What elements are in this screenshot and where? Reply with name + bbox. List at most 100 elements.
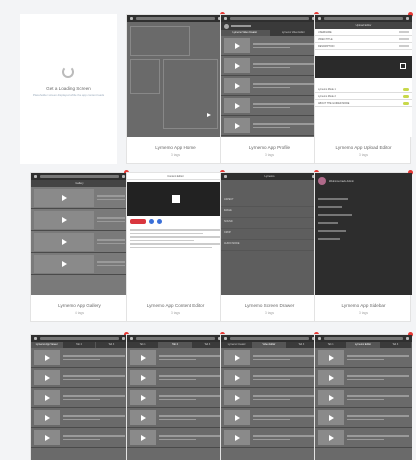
toggle-switch[interactable] <box>403 101 409 105</box>
list-item[interactable] <box>315 348 412 368</box>
screen-preview[interactable] <box>127 15 224 137</box>
tab[interactable]: Lyrnemo App Viewer <box>31 342 64 348</box>
list-item[interactable] <box>127 348 224 368</box>
drawer-item[interactable]: SOUND <box>221 218 318 229</box>
tab[interactable]: Tab 1 <box>127 342 160 348</box>
screen-preview[interactable]: Welcome back Admin <box>315 173 412 295</box>
screen-card-tabs-3[interactable]: Lyrnemo Creator Video Editor Tab 3 <box>220 332 319 460</box>
list-item[interactable] <box>221 348 318 368</box>
screen-preview[interactable]: Upload Editor USERNAME VIDEO TITLE DESCR… <box>315 15 412 137</box>
toggle-switch[interactable] <box>403 94 409 98</box>
list-item[interactable] <box>221 408 318 428</box>
screen-preview[interactable]: Gallery <box>31 173 128 295</box>
upload-field[interactable]: DESCRIPTION <box>315 43 412 50</box>
sidebar-item[interactable] <box>318 238 340 240</box>
list-item[interactable] <box>31 368 128 388</box>
upload-field[interactable]: USERNAME <box>315 29 412 36</box>
list-item[interactable] <box>31 253 128 275</box>
tab-bar[interactable]: Tab 1 Lyrnemo Editor Tab 3 <box>315 342 412 348</box>
tab[interactable]: Tab 1 <box>315 342 348 348</box>
list-item[interactable] <box>221 116 318 136</box>
list-item[interactable] <box>221 388 318 408</box>
screen-preview[interactable]: Lyrnemo ASPECT IMAGE SOUND CROP AUDIO MO… <box>221 173 318 295</box>
list-item[interactable] <box>31 408 128 428</box>
sidebar-item[interactable] <box>318 214 352 216</box>
drawer-item[interactable]: IMAGE <box>221 207 318 218</box>
toggle-row[interactable]: Lyrnemo Mode 2 <box>315 93 412 100</box>
drawer-item[interactable]: ASPECT <box>221 196 318 207</box>
sidebar-item[interactable] <box>318 230 346 232</box>
toggle-row[interactable]: Lyrnemo Mode 1 <box>315 86 412 93</box>
toggle-row[interactable]: ABOUT THE GUIDED MODE <box>315 100 412 107</box>
screen-preview[interactable]: Tab 1 Lyrnemo Editor Tab 3 <box>315 335 412 460</box>
tab-bar[interactable]: Tab 1 Tab 2 Tab 3 <box>127 342 224 348</box>
list-item[interactable] <box>315 428 412 448</box>
list-item[interactable] <box>315 368 412 388</box>
sidebar-item[interactable] <box>318 206 342 208</box>
upload-field[interactable]: VIDEO TITLE <box>315 36 412 43</box>
screen-card-drawer[interactable]: Lyrnemo ASPECT IMAGE SOUND CROP AUDIO MO… <box>220 170 319 322</box>
profile-tabs[interactable]: Lyrnemo Video Creator Lyrnemo Video Edit… <box>221 30 318 36</box>
video-player[interactable] <box>127 182 224 216</box>
list-item[interactable] <box>127 368 224 388</box>
list-item[interactable] <box>315 408 412 428</box>
screen-card-app-home[interactable]: Lyrnemo App Home 3 tags <box>126 12 225 164</box>
tool-button[interactable] <box>149 219 154 224</box>
screen-card-upload-editor[interactable]: Upload Editor USERNAME VIDEO TITLE DESCR… <box>314 12 413 164</box>
sidebar-item[interactable] <box>318 222 338 224</box>
screen-preview[interactable]: Tab 1 Tab 2 Tab 3 <box>127 335 224 460</box>
play-icon <box>328 434 334 441</box>
tab-video-editor[interactable]: Lyrnemo Video Editor <box>270 30 318 36</box>
list-item[interactable] <box>221 56 318 76</box>
screen-card-tabs-2[interactable]: Tab 1 Tab 2 Tab 3 <box>126 332 225 460</box>
screen-card-app-profile[interactable]: Lyrnemo Video Creator Lyrnemo Video Edit… <box>220 12 319 164</box>
screen-card-tabs-1[interactable]: Lyrnemo App Viewer Tab 2 Tab 3 <box>30 332 129 460</box>
list-item[interactable] <box>315 388 412 408</box>
app-top-bar <box>31 335 128 342</box>
drawer-item[interactable]: AUDIO MODE <box>221 240 318 251</box>
sidebar-user: Welcome back Admin <box>329 179 354 183</box>
tab[interactable]: Tab 2 <box>63 342 96 348</box>
screen-card-tabs-4[interactable]: Tab 1 Lyrnemo Editor Tab 3 <box>314 332 413 460</box>
screen-preview[interactable]: Content Editor <box>127 173 224 295</box>
screen-preview[interactable]: Lyrnemo Creator Video Editor Tab 3 <box>221 335 318 460</box>
screen-card-gallery[interactable]: Gallery Lyrnemo App Gallery 4 tags <box>30 170 129 322</box>
tab[interactable]: Lyrnemo Creator <box>221 342 254 348</box>
list-item[interactable] <box>221 96 318 116</box>
record-button[interactable] <box>130 219 146 224</box>
list-item[interactable] <box>31 428 128 448</box>
screen-card-sidebar[interactable]: Welcome back Admin Lyrnemo App Sidebar 3… <box>314 170 413 322</box>
list-item[interactable] <box>31 388 128 408</box>
tab[interactable]: Video Editor <box>253 342 286 348</box>
card-caption: Lyrnemo App Content Editor <box>146 303 205 308</box>
tab-bar[interactable]: Lyrnemo App Viewer Tab 2 Tab 3 <box>31 342 128 348</box>
screen-preview[interactable]: Lyrnemo App Viewer Tab 2 Tab 3 <box>31 335 128 460</box>
tab[interactable]: Tab 2 <box>159 342 192 348</box>
sidebar-item[interactable] <box>318 198 348 200</box>
tab-video-creator[interactable]: Lyrnemo Video Creator <box>221 30 270 36</box>
upload-dropzone[interactable] <box>315 56 412 78</box>
list-item[interactable] <box>31 348 128 368</box>
play-icon <box>328 394 334 401</box>
list-item[interactable] <box>127 408 224 428</box>
list-item[interactable] <box>221 428 318 448</box>
tab[interactable]: Tab 3 <box>380 342 412 348</box>
drawer-item[interactable]: CROP <box>221 229 318 240</box>
tool-button[interactable] <box>157 219 162 224</box>
tab[interactable]: Tab 3 <box>96 342 128 348</box>
loading-screen-card[interactable]: Get a Loading Screen Placeholder screen … <box>20 14 117 164</box>
list-item[interactable] <box>31 209 128 231</box>
list-item[interactable] <box>31 231 128 253</box>
toggle-switch[interactable] <box>403 87 409 91</box>
list-item[interactable] <box>221 36 318 56</box>
list-item[interactable] <box>31 187 128 209</box>
list-item[interactable] <box>127 388 224 408</box>
tab[interactable]: Lyrnemo Editor <box>347 342 380 348</box>
tab-bar[interactable]: Lyrnemo Creator Video Editor Tab 3 <box>221 342 318 348</box>
list-item[interactable] <box>221 76 318 96</box>
screen-card-content-editor[interactable]: Content Editor Lyrnemo App Content Edito… <box>126 170 225 322</box>
list-item[interactable] <box>221 368 318 388</box>
screen-preview[interactable]: Lyrnemo Video Creator Lyrnemo Video Edit… <box>221 15 318 137</box>
list-item[interactable] <box>127 428 224 448</box>
design-board: Get a Loading Screen Placeholder screen … <box>0 0 416 460</box>
